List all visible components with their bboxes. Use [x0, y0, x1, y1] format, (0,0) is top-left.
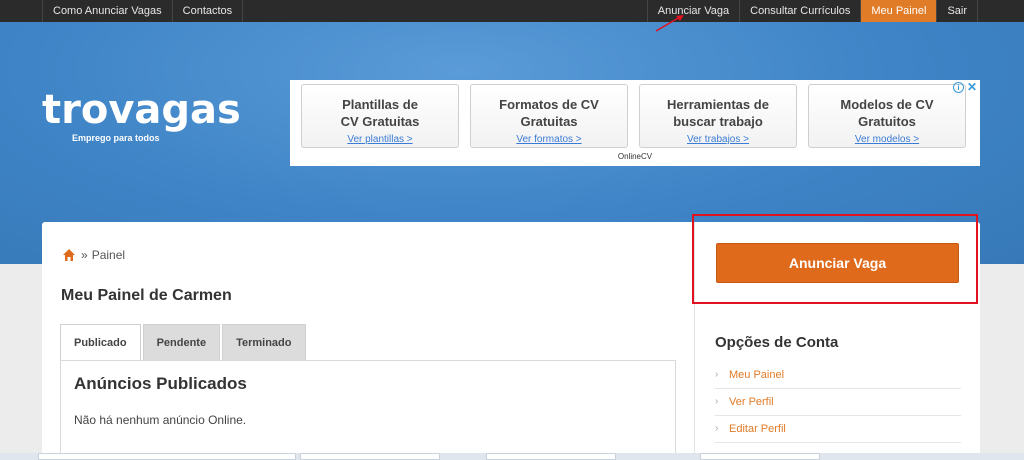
account-option-label: Meu Painel	[729, 369, 785, 381]
annotation-arrow-icon	[655, 15, 684, 32]
site-logo[interactable]: trovagas Emprego para todos	[42, 87, 242, 155]
ad-footer: OnlineCV	[617, 152, 653, 161]
ad-item-link[interactable]: Ver formatos >	[471, 134, 627, 145]
account-option-ver-perfil[interactable]: › Ver Perfil	[715, 389, 961, 416]
nav-contactos[interactable]: Contactos	[171, 0, 244, 22]
top-nav: Como Anunciar Vagas Contactos Anunciar V…	[0, 0, 1024, 22]
taskbar-segment[interactable]	[38, 453, 296, 460]
ad-title-line1: Herramientas de	[667, 97, 769, 112]
ad-title-line2: Gratuitos	[858, 114, 916, 129]
breadcrumb-separator: »	[81, 248, 88, 262]
taskbar-segment[interactable]	[700, 453, 820, 460]
ad-item-link[interactable]: Ver trabajos >	[640, 134, 796, 145]
taskbar-segment[interactable]	[486, 453, 616, 460]
ad-title-line1: Modelos de CV	[840, 97, 934, 112]
account-options-title: Opções de Conta	[715, 334, 839, 351]
ad-item-title: Plantillas de CV Gratuitas	[302, 96, 458, 130]
ad-item-link[interactable]: Ver plantillas >	[302, 134, 458, 145]
ad-info-icon[interactable]: i	[953, 82, 964, 93]
account-option-editar-perfil[interactable]: › Editar Perfil	[715, 416, 961, 443]
tab-publicado[interactable]: Publicado	[60, 324, 141, 361]
nav-como-anunciar-vagas[interactable]: Como Anunciar Vagas	[42, 0, 172, 22]
ad-item-plantillas[interactable]: Plantillas de CV Gratuitas Ver plantilla…	[301, 84, 459, 148]
logo-tagline: Emprego para todos	[72, 133, 160, 143]
account-option-label: Editar Perfil	[729, 423, 786, 435]
post-job-button[interactable]: Anunciar Vaga	[716, 243, 959, 283]
panel-title: Anúncios Publicados	[74, 374, 247, 393]
home-icon[interactable]	[62, 248, 76, 262]
logo-word: trovagas	[42, 87, 241, 133]
ad-item-title: Modelos de CV Gratuitos	[809, 96, 965, 130]
chevron-right-icon: ›	[715, 423, 719, 434]
nav-consultar-curriculos[interactable]: Consultar Currículos	[739, 0, 860, 22]
ad-title-line1: Formatos de CV	[499, 97, 599, 112]
nav-sair[interactable]: Sair	[936, 0, 978, 22]
ad-title-line1: Plantillas de	[342, 97, 418, 112]
empty-state-text: Não há nenhum anúncio Online.	[74, 413, 247, 427]
ad-close-icon[interactable]: ✕	[967, 80, 977, 94]
ad-banner: Plantillas de CV Gratuitas Ver plantilla…	[290, 80, 980, 166]
tab-terminado[interactable]: Terminado	[222, 324, 306, 361]
account-option-meu-painel[interactable]: › Meu Painel	[715, 362, 961, 389]
breadcrumb: » Painel	[62, 248, 125, 262]
tab-panel-publicado: Anúncios Publicados Não há nenhum anúnci…	[60, 360, 676, 460]
ad-item-modelos[interactable]: Modelos de CV Gratuitos Ver modelos >	[808, 84, 966, 148]
ad-item-title: Herramientas de buscar trabajo	[640, 96, 796, 130]
ads-tabs: Publicado Pendente Terminado	[60, 324, 308, 361]
top-nav-inner: Como Anunciar Vagas Contactos Anunciar V…	[42, 0, 978, 22]
top-nav-right: Anunciar Vaga Consultar Currículos Meu P…	[646, 0, 978, 22]
chevron-right-icon: ›	[715, 396, 719, 407]
ad-title-line2: Gratuitas	[520, 114, 578, 129]
page-title: Meu Painel de Carmen	[61, 287, 232, 304]
breadcrumb-current: Painel	[91, 248, 126, 262]
ad-item-herramientas[interactable]: Herramientas de buscar trabajo Ver traba…	[639, 84, 797, 148]
chevron-right-icon: ›	[715, 369, 719, 380]
ad-item-link[interactable]: Ver modelos >	[809, 134, 965, 145]
nav-meu-painel[interactable]: Meu Painel	[860, 0, 937, 22]
ad-title-line2: CV Gratuitas	[340, 114, 420, 129]
taskbar-segment[interactable]	[300, 453, 440, 460]
ad-item-title: Formatos de CV Gratuitas	[471, 96, 627, 130]
taskbar	[0, 453, 1024, 460]
tab-pendente[interactable]: Pendente	[142, 324, 221, 361]
ad-title-line2: buscar trabajo	[673, 114, 763, 129]
account-options-list: › Meu Painel › Ver Perfil › Editar Perfi…	[715, 362, 961, 443]
account-option-label: Ver Perfil	[729, 396, 774, 408]
top-nav-left: Como Anunciar Vagas Contactos	[42, 0, 244, 22]
main-panel: » Painel Meu Painel de Carmen Publicado …	[42, 222, 694, 460]
ad-item-formatos[interactable]: Formatos de CV Gratuitas Ver formatos >	[470, 84, 628, 148]
